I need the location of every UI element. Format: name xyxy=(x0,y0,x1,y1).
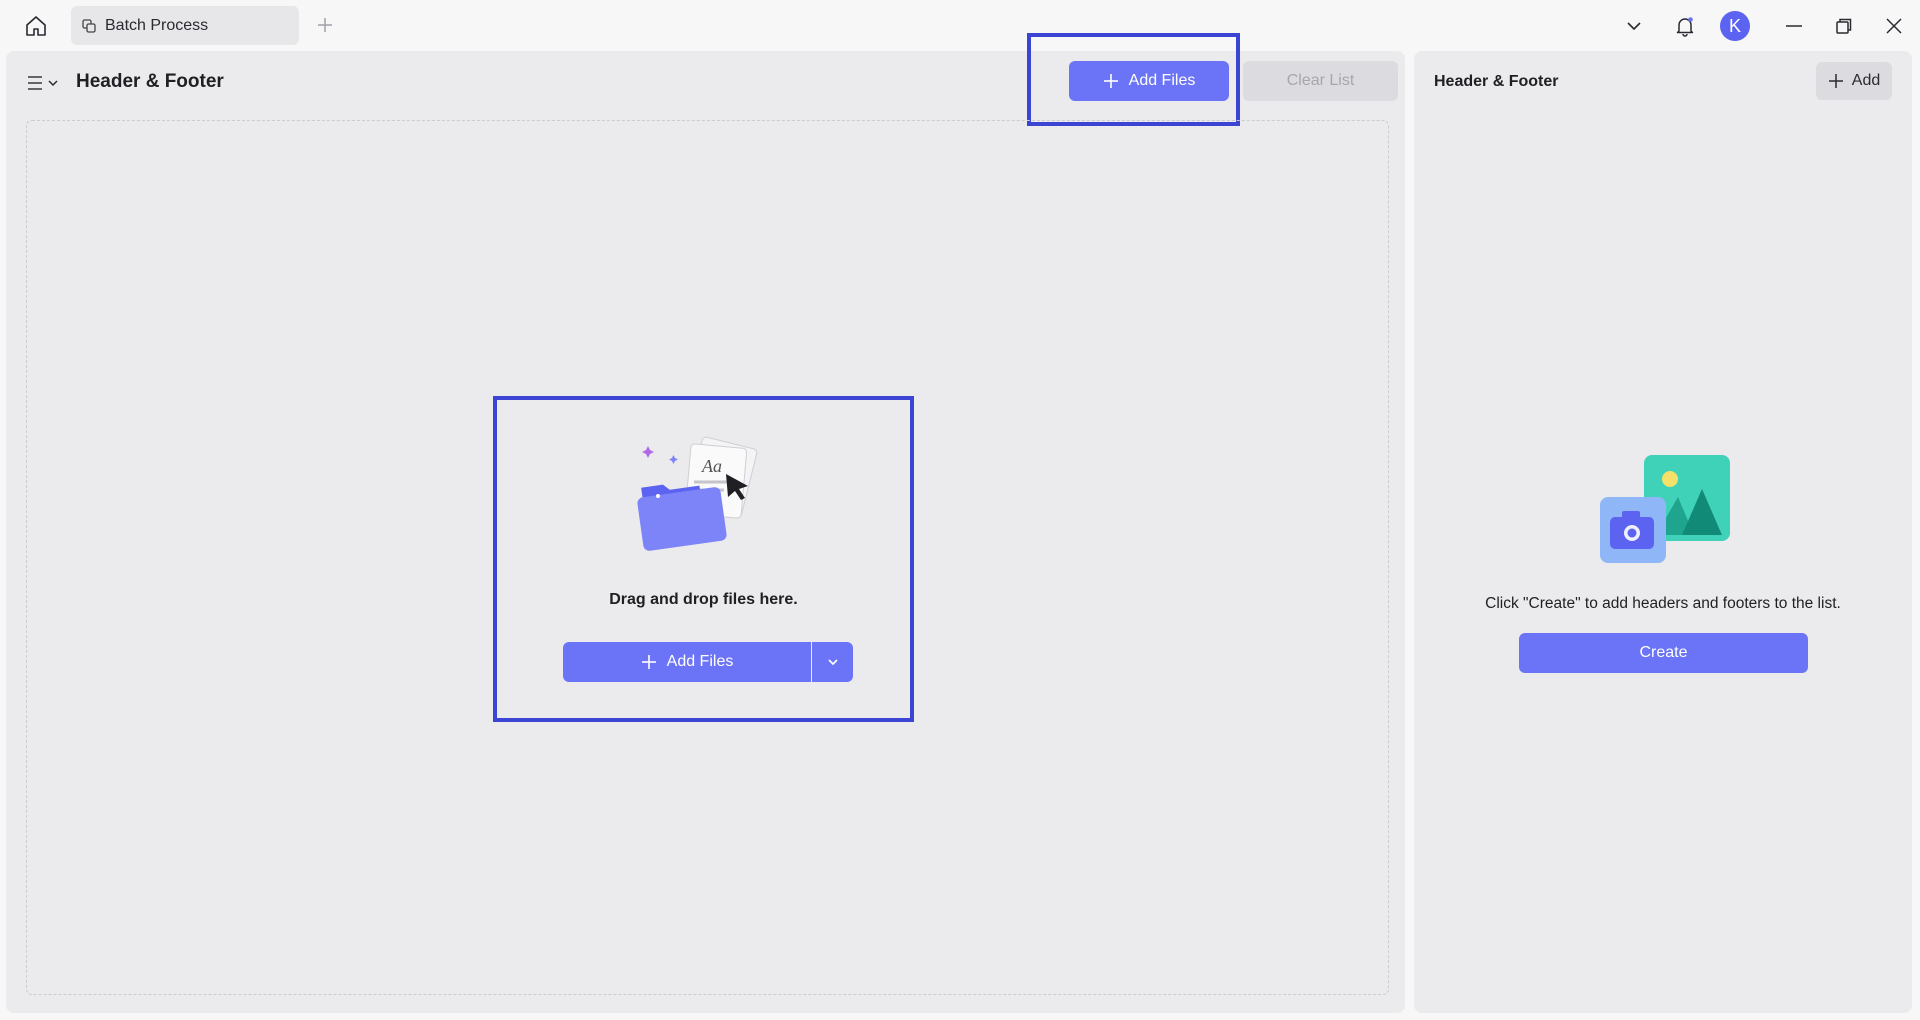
chevron-down-icon xyxy=(1627,22,1641,31)
home-icon xyxy=(26,16,46,36)
plus-icon xyxy=(1828,74,1843,88)
image-camera-illustration xyxy=(1600,455,1730,563)
highlight-box xyxy=(493,396,914,722)
avatar[interactable]: K xyxy=(1720,11,1750,41)
bell-icon xyxy=(1676,17,1694,37)
highlight-box xyxy=(1027,33,1240,126)
batch-process-icon xyxy=(82,18,96,33)
new-tab-button[interactable] xyxy=(312,12,338,38)
notifications-button[interactable] xyxy=(1669,10,1701,42)
page-title: Header & Footer xyxy=(76,71,224,92)
home-button[interactable] xyxy=(20,10,52,42)
close-icon xyxy=(1886,18,1902,34)
side-panel-title: Header & Footer xyxy=(1434,73,1559,90)
add-button[interactable]: Add xyxy=(1816,62,1892,100)
dropdown-button[interactable] xyxy=(1618,10,1650,42)
minimize-icon xyxy=(1786,25,1802,27)
main-panel: Header & Footer Add Files Clear List Aa … xyxy=(6,33,1405,1013)
clear-list-label: Clear List xyxy=(1286,72,1355,89)
add-label: Add xyxy=(1851,72,1881,89)
menu-button[interactable] xyxy=(26,69,64,97)
create-label: Create xyxy=(1639,644,1688,661)
restore-button[interactable] xyxy=(1828,10,1860,42)
create-button[interactable]: Create xyxy=(1519,633,1808,673)
empty-state-text: Click "Create" to add headers and footer… xyxy=(1485,595,1841,612)
clear-list-button[interactable]: Clear List xyxy=(1243,61,1398,101)
hamburger-icon xyxy=(28,76,42,90)
restore-icon xyxy=(1836,18,1852,34)
plus-icon xyxy=(318,18,332,32)
tab-label: Batch Process xyxy=(105,16,209,34)
tab-batch-process[interactable]: Batch Process xyxy=(71,6,299,45)
side-panel: Header & Footer Add Click "Create" to ad… xyxy=(1414,51,1912,1013)
chevron-down-icon xyxy=(48,80,58,87)
minimize-button[interactable] xyxy=(1778,10,1810,42)
close-button[interactable] xyxy=(1878,10,1910,42)
title-bar: Batch Process K xyxy=(0,0,1920,51)
